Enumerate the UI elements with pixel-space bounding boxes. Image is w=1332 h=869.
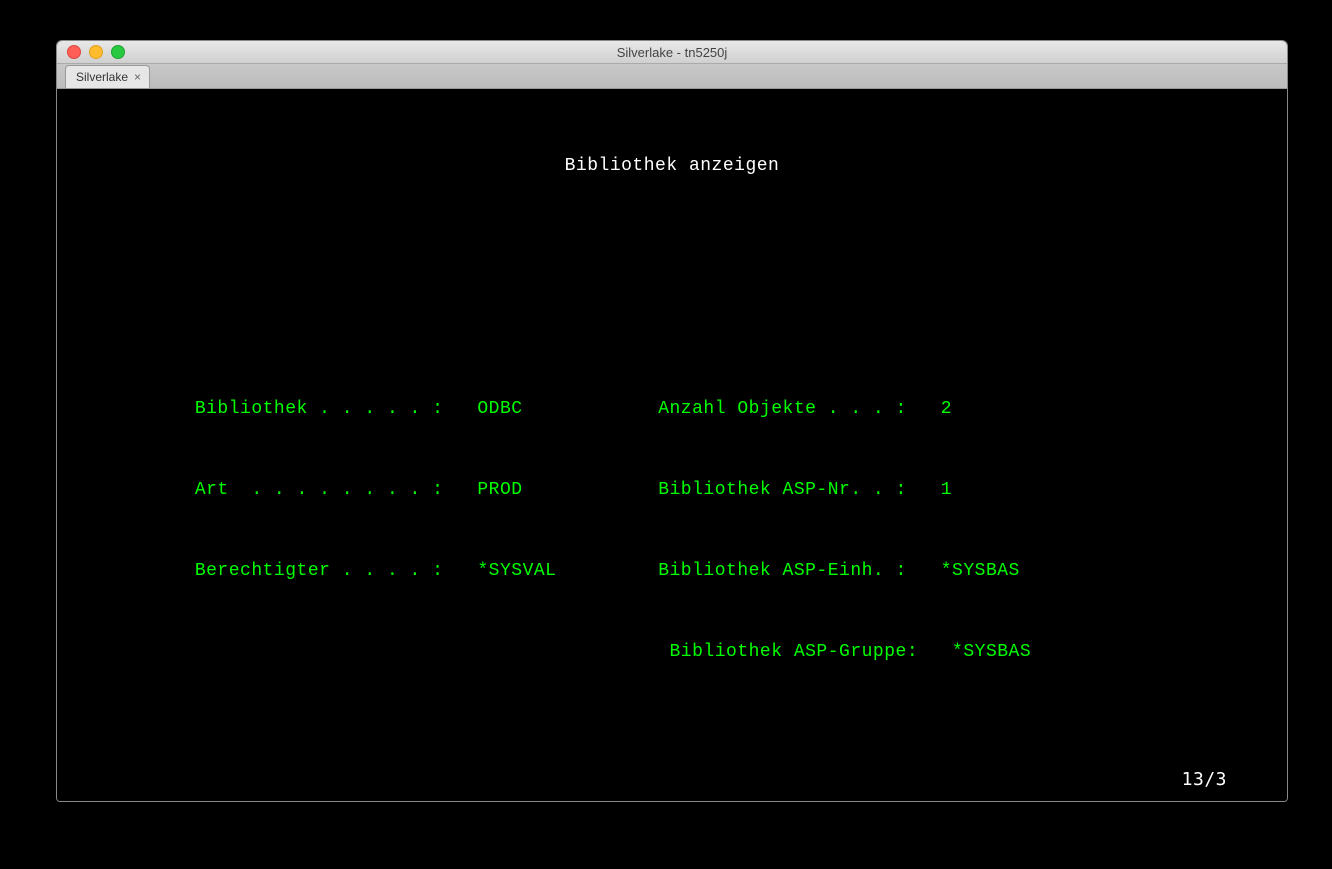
value-asp-gruppe: *SYSBAS xyxy=(952,642,1031,662)
label-anzahl-objekte: Anzahl Objekte . . . : xyxy=(658,399,907,419)
value-asp-einh: *SYSBAS xyxy=(941,561,1020,581)
value-bibliothek: ODBC xyxy=(477,399,522,419)
value-berechtigter: *SYSVAL xyxy=(477,561,556,581)
label-asp-gruppe: Bibliothek ASP-Gruppe: xyxy=(670,642,919,662)
minimize-window-button[interactable] xyxy=(89,45,103,59)
value-asp-nr: 1 xyxy=(941,480,952,500)
screen-title: Bibliothek anzeigen xyxy=(67,153,1277,180)
window-title: Silverlake - tn5250j xyxy=(57,45,1287,60)
app-window: Silverlake - tn5250j Silverlake × Biblio… xyxy=(56,40,1288,802)
titlebar: Silverlake - tn5250j xyxy=(57,41,1287,64)
window-controls xyxy=(57,45,125,59)
label-asp-einh: Bibliothek ASP-Einh. : xyxy=(658,561,907,581)
label-art: Art . . . . . . . . : xyxy=(135,480,444,500)
tab-label: Silverlake xyxy=(76,70,128,84)
label-bibliothek: Bibliothek . . . . . : xyxy=(135,399,444,419)
label-berechtigter: Berechtigter . . . . : xyxy=(135,561,444,581)
value-art: PROD xyxy=(477,480,522,500)
cursor-position: 13/3 xyxy=(1182,766,1227,793)
terminal-screen[interactable]: Bibliothek anzeigen Bibliothek . . . . .… xyxy=(57,89,1287,801)
close-window-button[interactable] xyxy=(67,45,81,59)
zoom-window-button[interactable] xyxy=(111,45,125,59)
value-anzahl-objekte: 2 xyxy=(941,399,952,419)
tab-bar: Silverlake × xyxy=(57,64,1287,89)
label-asp-nr: Bibliothek ASP-Nr. . : xyxy=(658,480,907,500)
tab-silverlake[interactable]: Silverlake × xyxy=(65,65,150,88)
tab-close-icon[interactable]: × xyxy=(134,70,141,84)
